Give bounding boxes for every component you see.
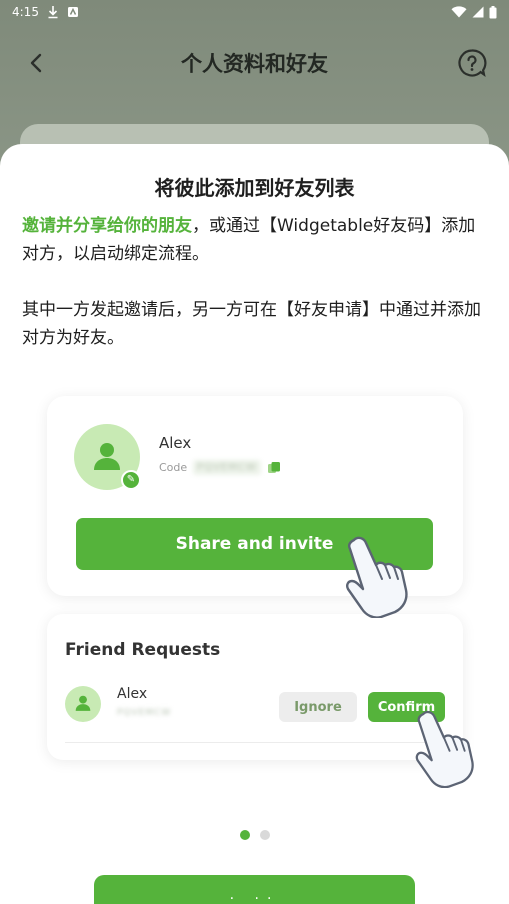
- profile-name: Alex: [159, 434, 192, 452]
- page-indicator: [0, 830, 509, 840]
- edit-pencil-icon: ✎: [121, 470, 141, 490]
- signal-icon: [472, 6, 484, 18]
- back-chevron-icon[interactable]: [24, 50, 50, 76]
- pointing-hand-icon: [346, 536, 408, 618]
- instruction-paragraph-1: 邀请并分享给你的朋友，或通过【Widgetable好友码】添加对方，以启动绑定流…: [22, 212, 492, 268]
- divider: [65, 742, 445, 743]
- request-code: PQVEMCW: [117, 708, 172, 718]
- pointing-hand-icon: [415, 710, 474, 788]
- wifi-icon: [451, 6, 467, 18]
- friend-code-row: Code PQVEMCW: [159, 460, 281, 475]
- app-header: 个人资料和好友: [0, 38, 509, 88]
- request-avatar: [65, 686, 101, 722]
- status-right: [451, 5, 497, 19]
- copy-icon: [267, 461, 280, 473]
- user-icon: [94, 443, 120, 470]
- code-label: Code: [159, 461, 188, 474]
- page-title: 个人资料和好友: [181, 52, 328, 76]
- status-bar: 4:15: [0, 0, 509, 24]
- battery-icon: [489, 5, 497, 18]
- invite-highlight-text: 邀请并分享给你的朋友: [22, 216, 192, 236]
- status-left: 4:15: [12, 5, 79, 19]
- instruction-paragraph-2: 其中一方发起邀请后，另一方可在【好友申请】中通过并添加对方为好友。: [22, 300, 481, 348]
- illustration-friend-requests-card: Friend Requests Alex PQVEMCW Ignore Conf…: [47, 614, 463, 760]
- bottom-action-button[interactable]: . ..: [94, 875, 415, 904]
- help-icon[interactable]: [457, 48, 487, 78]
- page-dot-2: [259, 830, 270, 840]
- ignore-button: Ignore: [279, 692, 357, 722]
- download-icon: [48, 6, 58, 19]
- status-time: 4:15: [12, 5, 39, 19]
- page-dot-1: [239, 830, 250, 840]
- notification-icon: [67, 7, 78, 17]
- sheet-title: 将彼此添加到好友列表: [154, 176, 355, 200]
- friend-code-value: PQVEMCW: [193, 460, 261, 475]
- request-name: Alex: [117, 686, 148, 702]
- friend-requests-title: Friend Requests: [65, 640, 221, 660]
- user-icon: [75, 695, 91, 711]
- bottom-sheet: 将彼此添加到好友列表 邀请并分享给你的朋友，或通过【Widgetable好友码】…: [0, 144, 509, 904]
